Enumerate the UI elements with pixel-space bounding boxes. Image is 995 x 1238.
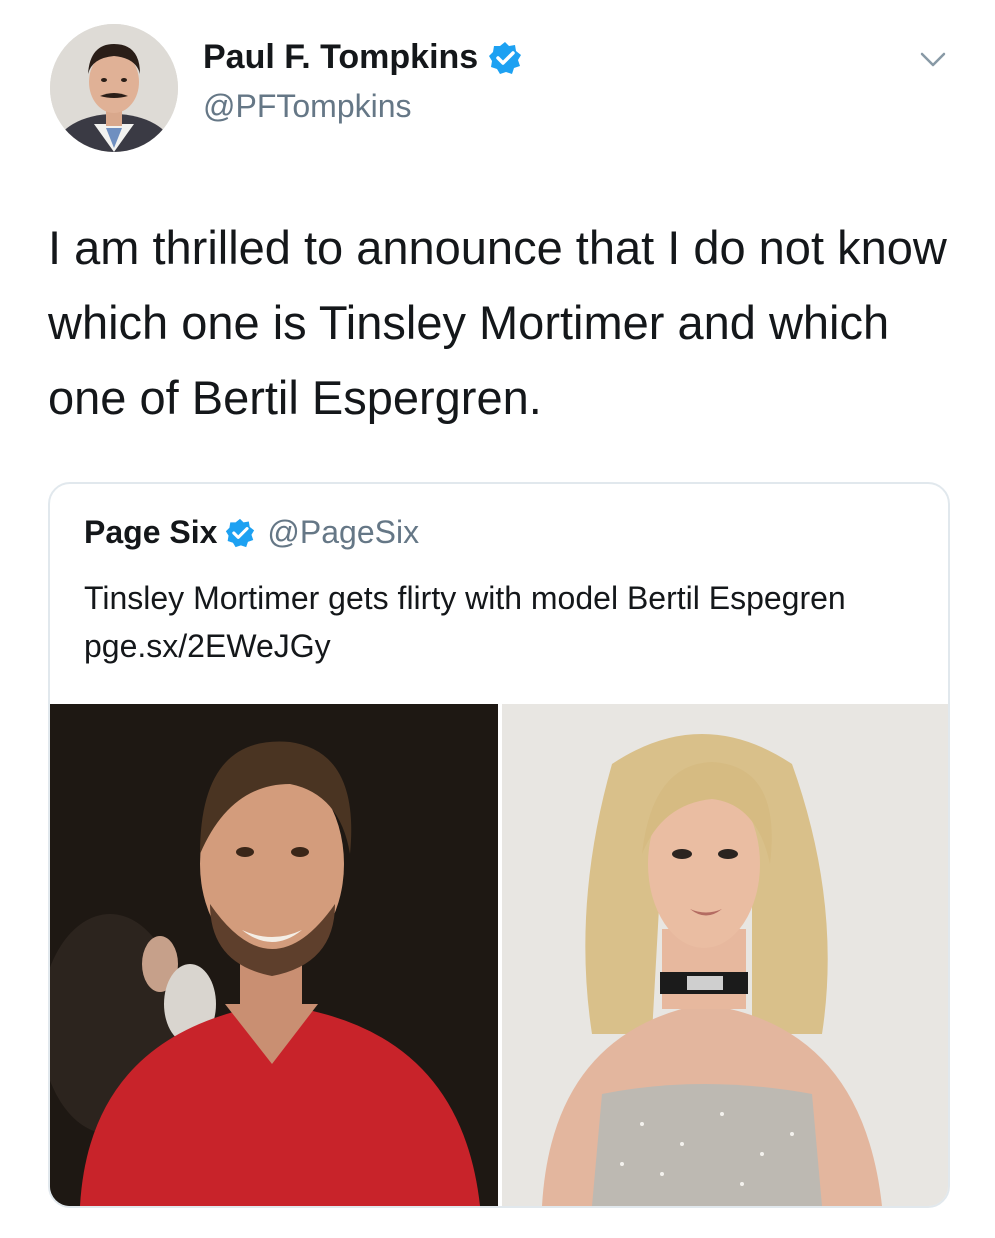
avatar-photo bbox=[50, 24, 178, 152]
man-photo[interactable] bbox=[50, 704, 498, 1206]
verified-badge-icon bbox=[225, 518, 255, 548]
author-name[interactable]: Paul F. Tompkins bbox=[203, 38, 478, 77]
quoted-author-handle: @PageSix bbox=[267, 514, 420, 550]
author-handle[interactable]: @PFTompkins bbox=[203, 88, 412, 125]
woman-photo[interactable] bbox=[502, 704, 948, 1206]
chevron-down-icon[interactable] bbox=[919, 50, 947, 70]
quoted-tweet-text: Tinsley Mortimer gets flirty with model … bbox=[84, 580, 846, 664]
quoted-tweet-card[interactable]: Page Six @PageSix Tinsley Mortimer gets … bbox=[48, 482, 950, 1208]
avatar[interactable] bbox=[50, 24, 178, 152]
verified-badge-icon bbox=[488, 41, 522, 75]
quoted-author-name: Page Six bbox=[84, 514, 218, 550]
tweet-text: I am thrilled to announce that I do not … bbox=[48, 221, 947, 424]
